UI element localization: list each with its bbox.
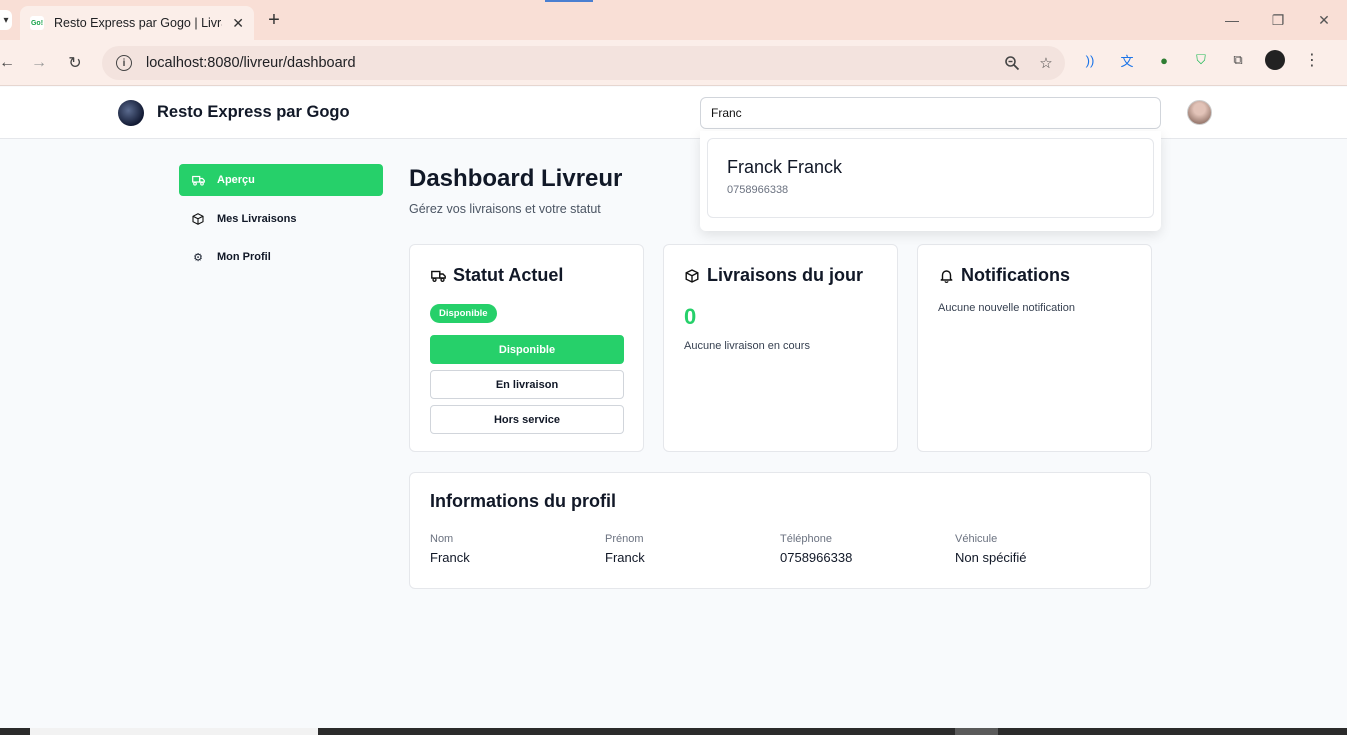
page-title: Dashboard Livreur — [409, 165, 623, 192]
search-result-item[interactable]: Franck Franck 0758966338 — [707, 138, 1154, 218]
bookmark-star-icon[interactable]: ☆ — [1037, 54, 1055, 72]
sidebar-item-label: Mes Livraisons — [217, 212, 297, 225]
tab-title: Resto Express par Gogo | Livraison — [54, 16, 222, 30]
deliveries-count: 0 — [684, 304, 697, 329]
search-results-dropdown: Franck Franck 0758966338 — [700, 131, 1161, 231]
read-aloud-extension-icon[interactable]: )) — [1080, 50, 1100, 70]
restore-icon[interactable]: ❐ — [1255, 0, 1301, 40]
result-name: Franck Franck — [727, 157, 843, 177]
package-icon — [684, 268, 700, 283]
profile-field-telephone: Téléphone 0758966338 — [780, 533, 955, 565]
profile-info-title: Informations du profil — [430, 491, 616, 511]
profile-field-vehicule: Véhicule Non spécifié — [955, 533, 1130, 565]
extensions-puzzle-icon[interactable]: ⧉ — [1228, 50, 1248, 70]
reload-icon[interactable]: ↻ — [64, 52, 86, 74]
zoom-icon[interactable] — [1003, 54, 1021, 72]
field-value: 0758966338 — [780, 550, 853, 565]
status-en-livraison-button[interactable]: En livraison — [430, 370, 624, 399]
window-controls: — ❐ ✕ — [1209, 0, 1347, 40]
deliveries-card-title: Livraisons du jour — [684, 265, 877, 286]
sidebar-item-label: Aperçu — [217, 174, 255, 186]
sidebar-item-mes-livraisons[interactable]: Mes Livraisons — [179, 203, 383, 235]
address-bar[interactable]: i localhost:8080/livreur/dashboard ☆ — [102, 46, 1065, 80]
browser-toolbar: ← → ↻ i localhost:8080/livreur/dashboard… — [0, 40, 1347, 86]
sidebar-item-mon-profil[interactable]: ⚙ Mon Profil — [179, 241, 383, 273]
field-value: Franck — [605, 550, 645, 565]
truck-icon — [191, 175, 205, 186]
profile-fields: Nom Franck Prénom Franck Téléphone 07589… — [430, 533, 1130, 565]
bell-icon — [938, 269, 954, 283]
field-label: Prénom — [605, 533, 644, 545]
profile-avatar-icon[interactable] — [1265, 50, 1285, 70]
status-card: Statut Actuel Disponible Disponible En l… — [409, 244, 644, 452]
notifications-card: Notifications Aucune nouvelle notificati… — [917, 244, 1152, 452]
result-phone: 0758966338 — [727, 184, 789, 196]
profile-info-card: Informations du profil Nom Franck Prénom… — [409, 472, 1151, 589]
notifications-empty-text: Aucune nouvelle notification — [938, 302, 1075, 314]
shield-extension-icon[interactable]: ⛉ — [1191, 50, 1211, 70]
forward-icon[interactable]: → — [28, 52, 50, 74]
deliveries-card: Livraisons du jour 0 Aucune livraison en… — [663, 244, 898, 452]
notifications-card-title: Notifications — [938, 265, 1131, 286]
profile-field-prenom: Prénom Franck — [605, 533, 780, 565]
deliveries-empty-text: Aucune livraison en cours — [684, 340, 810, 352]
back-icon[interactable]: ← — [0, 52, 18, 74]
globe-extension-icon[interactable]: ● — [1154, 50, 1174, 70]
status-disponible-button[interactable]: Disponible — [430, 335, 624, 364]
field-label: Téléphone — [780, 533, 832, 545]
profile-field-nom: Nom Franck — [430, 533, 605, 565]
browser-tab[interactable]: Go! Resto Express par Gogo | Livraison ✕ — [20, 6, 254, 40]
taskbar-app-item[interactable] — [955, 728, 998, 735]
status-hors-service-button[interactable]: Hors service — [430, 405, 624, 434]
deliveries-card-title-text: Livraisons du jour — [707, 265, 864, 285]
minimize-icon[interactable]: — — [1209, 0, 1255, 40]
search-input[interactable] — [700, 97, 1161, 129]
url-text: localhost:8080/livreur/dashboard — [146, 55, 356, 71]
translate-extension-icon[interactable]: 文 — [1117, 50, 1137, 70]
browser-menu-icon[interactable]: ⋮ — [1302, 50, 1322, 70]
tab-close-icon[interactable]: ✕ — [232, 15, 244, 32]
favicon-icon: Go! — [30, 16, 44, 30]
truck-icon — [430, 270, 446, 282]
close-window-icon[interactable]: ✕ — [1301, 0, 1347, 40]
package-icon — [191, 212, 205, 225]
field-label: Véhicule — [955, 533, 998, 545]
browser-tabbar: ▾ Go! Resto Express par Gogo | Livraison… — [0, 0, 1347, 40]
tab-search-menu-button[interactable]: ▾ — [0, 10, 12, 30]
sidebar: Aperçu Mes Livraisons ⚙ Mon Profil — [179, 164, 383, 280]
status-card-title-text: Statut Actuel — [453, 265, 564, 285]
page-subtitle: Gérez vos livraisons et votre statut — [409, 202, 601, 216]
taskbar-search-box[interactable] — [30, 728, 318, 735]
brand-logo[interactable] — [118, 100, 144, 126]
os-taskbar — [0, 728, 1347, 735]
sidebar-item-apercu[interactable]: Aperçu — [179, 164, 383, 196]
sidebar-item-label: Mon Profil — [217, 251, 271, 263]
status-card-title: Statut Actuel — [430, 265, 623, 286]
field-label: Nom — [430, 533, 454, 545]
brand-name[interactable]: Resto Express par Gogo — [157, 103, 350, 122]
tab-indicator — [545, 0, 593, 2]
notifications-card-title-text: Notifications — [961, 265, 1071, 285]
new-tab-button[interactable]: + — [263, 9, 285, 31]
gear-icon: ⚙ — [193, 251, 203, 264]
field-value: Franck — [430, 550, 470, 565]
field-value: Non spécifié — [955, 550, 1027, 565]
user-avatar[interactable] — [1187, 100, 1212, 125]
site-info-icon[interactable]: i — [116, 55, 132, 71]
status-badge: Disponible — [430, 304, 497, 323]
